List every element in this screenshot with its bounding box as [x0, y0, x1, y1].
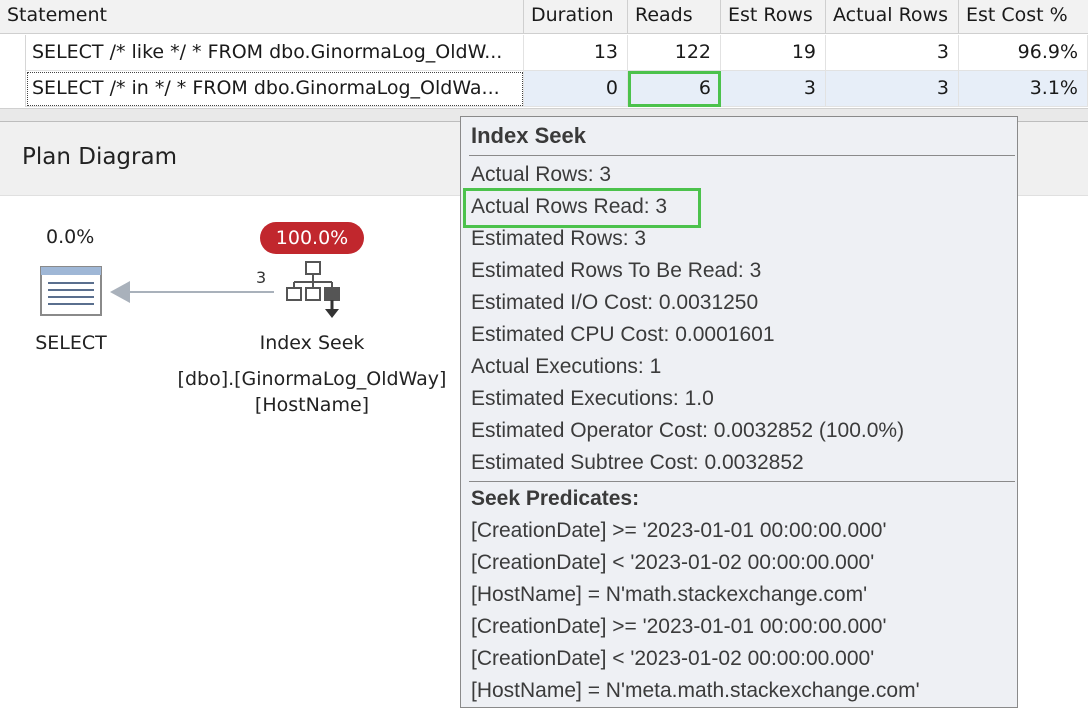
- actual-rows-read-highlight: [463, 188, 701, 228]
- table-row[interactable]: SELECT /* like */ * FROM dbo.GinormaLog_…: [0, 35, 1088, 71]
- tooltip-estimated-io-cost: Estimated I/O Cost: 0.0031250: [471, 291, 759, 314]
- cell-statement[interactable]: SELECT /* in */ * FROM dbo.GinormaLog_Ol…: [26, 71, 524, 107]
- tooltip-estimated-cpu-cost: Estimated CPU Cost: 0.0001601: [471, 323, 775, 346]
- tooltip-estimated-executions: Estimated Executions: 1.0: [471, 387, 714, 410]
- tooltip-actual-executions: Actual Executions: 1: [471, 355, 662, 378]
- seek-cost-badge: 100.0%: [260, 222, 364, 254]
- column-header-est-cost[interactable]: Est Cost %: [959, 0, 1088, 33]
- index-seek-icon[interactable]: [284, 260, 344, 322]
- column-header-statement[interactable]: Statement: [0, 0, 524, 33]
- column-header-reads[interactable]: Reads: [628, 0, 721, 33]
- cell-reads-highlighted[interactable]: 6: [628, 71, 721, 107]
- seek-predicate: [HostName] = N'meta.math.stackexchange.c…: [471, 679, 920, 702]
- tooltip-estimated-rows-to-read: Estimated Rows To Be Read: 3: [471, 259, 762, 282]
- row-gutter: [0, 71, 26, 107]
- seek-predicates-title: Seek Predicates:: [471, 487, 640, 510]
- cell-duration[interactable]: 13: [524, 35, 628, 71]
- tooltip-divider: [469, 155, 1015, 156]
- column-header-actual-rows[interactable]: Actual Rows: [826, 0, 959, 33]
- seek-predicate: [CreationDate] < '2023-01-02 00:00:00.00…: [471, 647, 875, 670]
- tooltip-estimated-rows: Estimated Rows: 3: [471, 227, 647, 250]
- tooltip-divider: [469, 481, 1015, 482]
- table-row-selected[interactable]: SELECT /* in */ * FROM dbo.GinormaLog_Ol…: [0, 71, 1088, 107]
- select-cost-label: 0.0%: [46, 226, 95, 248]
- row-gutter: [0, 35, 26, 71]
- seek-predicate: [CreationDate] < '2023-01-02 00:00:00.00…: [471, 551, 875, 574]
- operator-tooltip: Index Seek Actual Rows: 3 Actual Rows Re…: [460, 116, 1018, 708]
- edge-row-count: 3: [256, 268, 267, 287]
- seek-predicate: [HostName] = N'math.stackexchange.com': [471, 583, 868, 606]
- grid-header: Statement Duration Reads Est Rows Actual…: [0, 0, 1088, 34]
- cell-actual-rows[interactable]: 3: [826, 35, 959, 71]
- cell-duration[interactable]: 0: [524, 71, 628, 107]
- cell-est-rows[interactable]: 19: [721, 35, 826, 71]
- cell-actual-rows[interactable]: 3: [826, 71, 959, 107]
- tooltip-title: Index Seek: [471, 123, 586, 148]
- cell-est-cost[interactable]: 96.9%: [959, 35, 1088, 71]
- seek-node-index: [HostName]: [254, 394, 370, 416]
- select-node-label: SELECT: [35, 332, 107, 354]
- statement-grid: Statement Duration Reads Est Rows Actual…: [0, 0, 1088, 108]
- cell-est-rows[interactable]: 3: [721, 71, 826, 107]
- seek-node-label: Index Seek: [259, 332, 365, 354]
- seek-predicate: [CreationDate] >= '2023-01-01 00:00:00.0…: [471, 615, 887, 638]
- plan-title: Plan Diagram: [22, 144, 177, 170]
- cell-statement[interactable]: SELECT /* like */ * FROM dbo.GinormaLog_…: [26, 35, 524, 71]
- tooltip-estimated-subtree-cost: Estimated Subtree Cost: 0.0032852: [471, 451, 804, 474]
- column-header-duration[interactable]: Duration: [524, 0, 628, 33]
- column-header-est-rows[interactable]: Est Rows: [721, 0, 826, 33]
- seek-node-object: [dbo].[GinormaLog_OldWay]: [177, 368, 447, 390]
- select-icon[interactable]: [40, 266, 102, 316]
- cell-est-cost[interactable]: 3.1%: [959, 71, 1088, 107]
- tooltip-estimated-operator-cost: Estimated Operator Cost: 0.0032852 (100.…: [471, 419, 905, 442]
- tooltip-actual-rows: Actual Rows: 3: [471, 163, 612, 186]
- seek-predicate: [CreationDate] >= '2023-01-01 00:00:00.0…: [471, 519, 887, 542]
- data-flow-arrow: [110, 281, 274, 303]
- cell-reads[interactable]: 122: [628, 35, 721, 71]
